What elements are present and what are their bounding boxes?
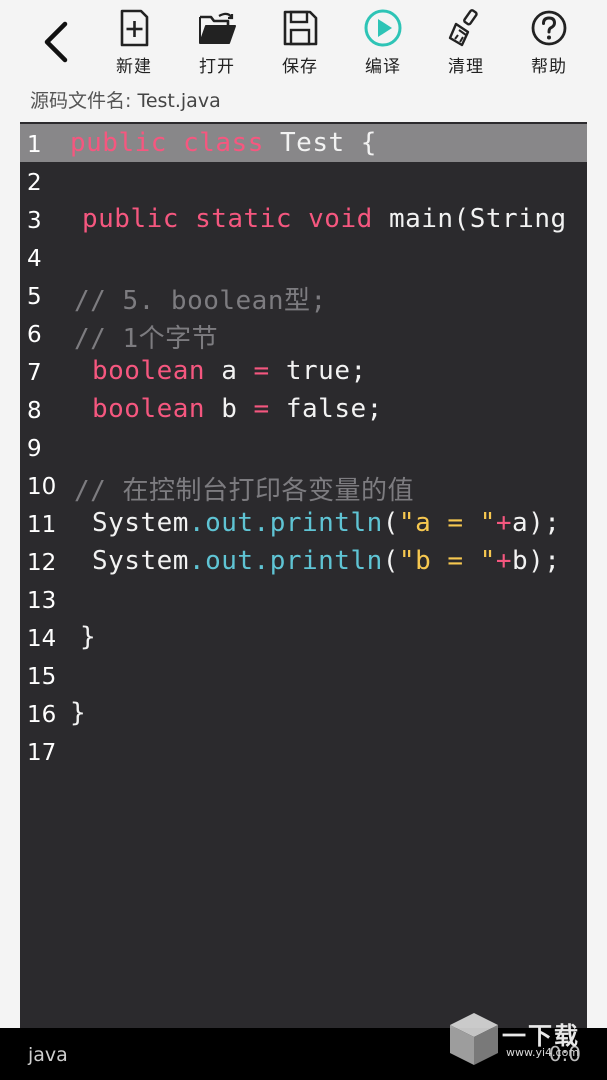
code-line[interactable]: 1 public class Test {	[20, 124, 587, 162]
code-line[interactable]: 16 }	[20, 694, 587, 732]
line-number: 7	[27, 360, 42, 386]
new-label: 新建	[116, 57, 152, 77]
open-folder-icon	[199, 12, 236, 44]
code-line[interactable]: 11 System.out.println("a = "+a);	[20, 504, 587, 542]
code-line[interactable]: 8 boolean b = false;	[20, 390, 587, 428]
code-line[interactable]: 7 boolean a = true;	[20, 352, 587, 390]
line-number: 10	[27, 474, 57, 500]
code-line[interactable]: 6 // 1个字节	[20, 314, 587, 354]
code-comment: // 1个字节	[74, 324, 219, 354]
code-text: public static void main(String	[82, 204, 567, 234]
open-label: 打开	[199, 57, 235, 77]
line-number: 6	[27, 322, 42, 348]
code-text: }	[80, 622, 97, 652]
line-number: 4	[27, 246, 42, 272]
filename-value: Test.java	[137, 90, 221, 112]
code-line[interactable]: 9	[20, 428, 587, 466]
watermark-url: www.yi4.com	[506, 1046, 580, 1059]
code-line[interactable]: 10 // 在控制台打印各变量的值	[20, 466, 587, 506]
filename-prefix: 源码文件名:	[30, 90, 132, 112]
line-number: 9	[27, 436, 42, 462]
source-filename: 源码文件名: Test.java	[30, 86, 221, 113]
compile-play-icon	[364, 9, 402, 47]
clean-button[interactable]: 清理	[431, 8, 501, 80]
new-file-icon	[120, 9, 149, 47]
line-number: 1	[27, 132, 42, 158]
line-number: 8	[27, 398, 42, 424]
line-number: 3	[27, 208, 42, 234]
compile-button[interactable]: 编译	[348, 8, 418, 80]
code-line[interactable]: 14 }	[20, 618, 587, 656]
line-number: 12	[27, 550, 57, 576]
code-line[interactable]: 12 System.out.println("b = "+b);	[20, 542, 587, 580]
code-text: }	[70, 698, 87, 728]
open-button[interactable]: 打开	[182, 8, 252, 80]
line-number: 14	[27, 626, 57, 652]
code-line[interactable]: 3 public static void main(String	[20, 200, 587, 238]
code-text: boolean a = true;	[92, 356, 367, 386]
line-number: 17	[27, 740, 57, 766]
help-icon	[531, 10, 567, 46]
code-text: public class Test {	[70, 128, 377, 158]
clean-label: 清理	[448, 57, 484, 77]
line-number: 15	[27, 664, 57, 690]
line-number: 13	[27, 588, 57, 614]
code-comment: // 5. boolean型;	[74, 286, 327, 316]
code-text: System.out.println("a = "+a);	[92, 508, 561, 538]
code-line[interactable]: 5 // 5. boolean型;	[20, 276, 587, 316]
compile-label: 编译	[365, 57, 401, 77]
watermark-cube-icon	[450, 1013, 498, 1065]
toolbar: 新建 打开 保存 编译 清理 帮助	[0, 0, 607, 82]
code-line[interactable]: 4	[20, 238, 587, 276]
back-arrow-icon	[44, 21, 68, 63]
code-line[interactable]: 13	[20, 580, 587, 618]
code-comment: // 在控制台打印各变量的值	[74, 476, 414, 506]
code-text: boolean b = false;	[92, 394, 383, 424]
line-number: 11	[27, 512, 57, 538]
language-indicator: java	[28, 1044, 68, 1066]
save-button[interactable]: 保存	[265, 8, 335, 80]
line-number: 5	[27, 284, 42, 310]
new-button[interactable]: 新建	[99, 8, 169, 80]
broom-icon	[448, 9, 478, 47]
code-editor[interactable]: 1 public class Test { 2 3 public static …	[20, 122, 587, 1028]
save-icon	[283, 10, 318, 46]
back-button[interactable]	[28, 14, 84, 70]
line-number: 16	[27, 702, 57, 728]
line-number: 2	[27, 170, 42, 196]
save-label: 保存	[282, 57, 318, 77]
help-label: 帮助	[531, 57, 567, 77]
code-text: System.out.println("b = "+b);	[92, 546, 561, 576]
help-button[interactable]: 帮助	[514, 8, 584, 80]
code-line[interactable]: 15	[20, 656, 587, 694]
code-line[interactable]: 17	[20, 732, 587, 770]
code-line[interactable]: 2	[20, 162, 587, 200]
